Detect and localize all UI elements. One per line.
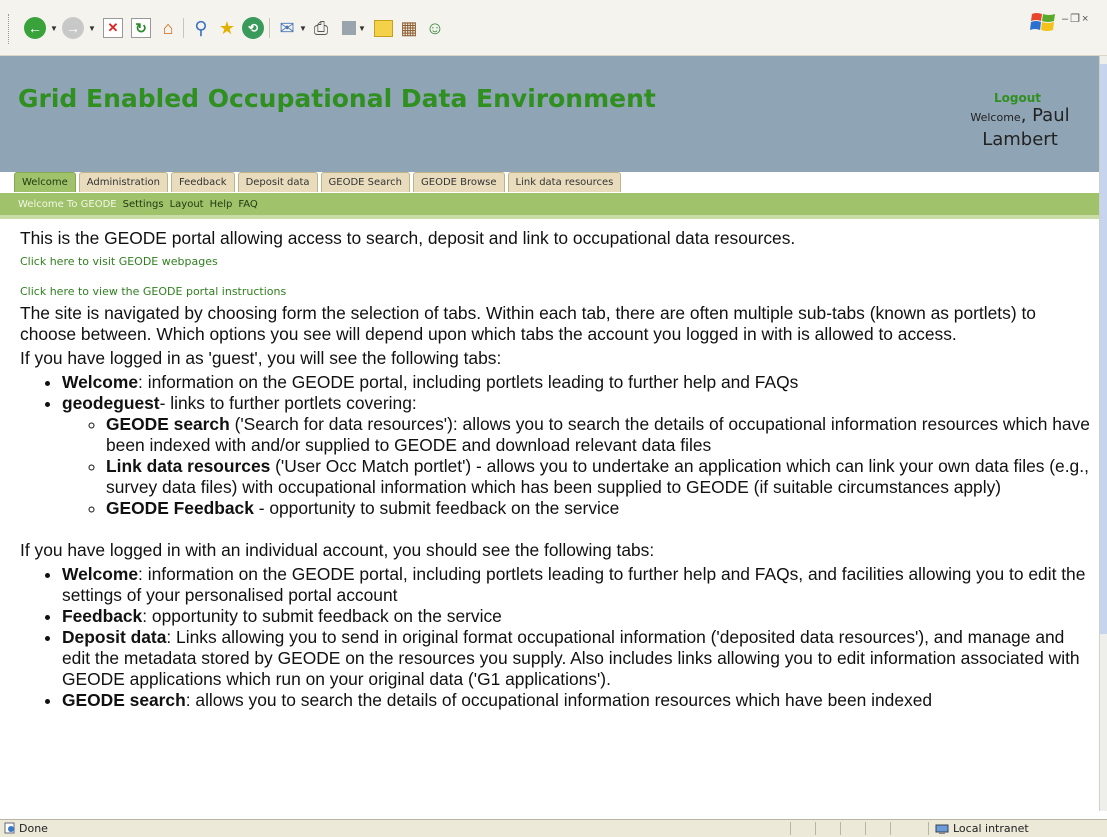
forward-icon[interactable]: → — [62, 17, 84, 39]
guest-tab-list: Welcome: information on the GEODE portal… — [20, 372, 1092, 519]
list-item-term: Welcome — [62, 372, 139, 392]
intro-text: This is the GEODE portal allowing access… — [20, 228, 796, 248]
list-item-term: Deposit data — [62, 627, 167, 647]
list-item-text: : opportunity to submit feedback on the … — [142, 606, 502, 626]
welcome-prefix: Welcome — [970, 111, 1021, 124]
list-item: Welcome: information on the GEODE portal… — [62, 372, 1092, 393]
windows-logo-icon — [1030, 13, 1055, 31]
status-bar: Done Local intranet — [0, 819, 1107, 837]
individual-intro: If you have logged in with an individual… — [20, 540, 655, 560]
list-item-term: GEODE search — [106, 414, 230, 434]
guest-intro: If you have logged in as 'guest', you wi… — [20, 348, 502, 368]
list-item: geodeguest- links to further portlets co… — [62, 393, 1092, 519]
subnav-faq[interactable]: FAQ — [238, 199, 257, 210]
list-item-term: Welcome — [62, 564, 139, 584]
page-done-icon — [4, 822, 15, 834]
list-item-term: GEODE Feedback — [106, 498, 254, 518]
list-item-text: ('Search for data resources'): allows yo… — [106, 414, 1090, 455]
list-item: Deposit data: Links allowing you to send… — [62, 627, 1092, 690]
mail-icon[interactable]: ✉ — [276, 17, 298, 39]
list-item-text: : allows you to search the details of oc… — [185, 690, 933, 710]
mail-dropdown-icon[interactable]: ▼ — [299, 24, 307, 33]
sub-navigation: Welcome To GEODE Settings Layout Help FA… — [0, 193, 1099, 219]
list-item-text: : information on the GEODE portal, inclu… — [62, 564, 1086, 605]
vertical-scrollbar[interactable] — [1099, 56, 1107, 811]
list-item-text: : information on the GEODE portal, inclu… — [138, 372, 799, 392]
tab-deposit-data[interactable]: Deposit data — [237, 172, 318, 192]
search-icon[interactable]: ⚲ — [190, 17, 212, 39]
list-item: GEODE search ('Search for data resources… — [106, 414, 1092, 456]
toolbar-separator — [269, 18, 270, 38]
zone-label: Local intranet — [953, 822, 1029, 835]
edit-icon[interactable] — [338, 17, 360, 39]
navigation-paragraph: The site is navigated by choosing form t… — [20, 303, 1036, 344]
minimize-icon[interactable]: – — [1062, 13, 1070, 25]
security-zone: Local intranet — [935, 822, 1029, 835]
history-icon[interactable]: ⟲ — [242, 17, 264, 39]
tab-geode-browse[interactable]: GEODE Browse — [413, 172, 505, 192]
list-item: Feedback: opportunity to submit feedback… — [62, 606, 1092, 627]
tab-feedback[interactable]: Feedback — [170, 172, 235, 192]
list-item-term: Feedback — [62, 606, 143, 626]
list-item-term: Link data resources — [106, 456, 271, 476]
portal-instructions-link[interactable]: Click here to view the GEODE portal inst… — [20, 285, 1092, 299]
list-item-text: : Links allowing you to send in original… — [62, 627, 1080, 689]
logout-link[interactable]: Logout — [994, 91, 1041, 105]
list-item: GEODE search: allows you to search the d… — [62, 690, 1092, 711]
restore-icon[interactable]: ❐ — [1070, 13, 1082, 25]
list-item-term: geodeguest — [62, 393, 160, 413]
back-dropdown-icon[interactable]: ▼ — [50, 24, 58, 33]
list-item-text: - opportunity to submit feedback on the … — [253, 498, 620, 518]
scrollbar-thumb[interactable] — [1100, 64, 1107, 634]
intranet-icon — [935, 824, 949, 834]
tab-administration[interactable]: Administration — [78, 172, 168, 192]
individual-tab-list: Welcome: information on the GEODE portal… — [20, 564, 1092, 711]
subnav-settings[interactable]: Settings — [123, 199, 164, 210]
main-content: This is the GEODE portal allowing access… — [20, 228, 1092, 811]
welcome-user: Welcome, Paul Lambert — [970, 105, 1070, 150]
geode-webpages-link[interactable]: Click here to visit GEODE webpages — [20, 255, 1092, 269]
toolbar-grip[interactable] — [8, 14, 12, 44]
subnav-help[interactable]: Help — [210, 199, 233, 210]
list-item: GEODE Feedback - opportunity to submit f… — [106, 498, 1092, 519]
window-controls[interactable]: –❐× — [1062, 12, 1090, 25]
list-item: Link data resources ('User Occ Match por… — [106, 456, 1092, 498]
close-icon[interactable]: × — [1082, 13, 1090, 25]
research-icon[interactable]: ▦ — [398, 17, 420, 39]
tab-geode-search[interactable]: GEODE Search — [320, 172, 410, 192]
messenger-icon[interactable]: ☺ — [424, 17, 446, 39]
toolbar-separator — [183, 18, 184, 38]
list-item-term: GEODE search — [62, 690, 186, 710]
site-title: Grid Enabled Occupational Data Environme… — [18, 84, 656, 113]
status-text: Done — [19, 822, 48, 835]
tab-link-data-resources[interactable]: Link data resources — [507, 172, 622, 192]
home-icon[interactable]: ⌂ — [157, 17, 179, 39]
stop-icon[interactable]: ✕ — [102, 17, 124, 39]
list-item: Welcome: information on the GEODE portal… — [62, 564, 1092, 606]
refresh-icon[interactable]: ↻ — [130, 17, 152, 39]
guest-sub-list: GEODE search ('Search for data resources… — [62, 414, 1092, 519]
subnav-welcome-to-geode[interactable]: Welcome To GEODE — [18, 199, 117, 210]
list-item-text: - links to further portlets covering: — [159, 393, 417, 413]
back-icon[interactable]: ← — [24, 17, 46, 39]
edit-dropdown-icon[interactable]: ▼ — [358, 24, 366, 33]
portal-header: Grid Enabled Occupational Data Environme… — [0, 56, 1099, 172]
tab-welcome[interactable]: Welcome — [14, 172, 76, 192]
favorites-icon[interactable]: ★ — [216, 17, 238, 39]
forward-dropdown-icon[interactable]: ▼ — [88, 24, 96, 33]
main-tabs: Welcome Administration Feedback Deposit … — [14, 172, 624, 193]
subnav-layout[interactable]: Layout — [170, 199, 204, 210]
browser-toolbar: ← ▼ → ▼ ✕ ↻ ⌂ ⚲ ★ ⟲ ✉ ▼ ⎙ ▼ ▦ ☺ –❐× — [0, 0, 1107, 56]
discuss-icon[interactable] — [372, 17, 394, 39]
print-icon[interactable]: ⎙ — [310, 17, 332, 39]
